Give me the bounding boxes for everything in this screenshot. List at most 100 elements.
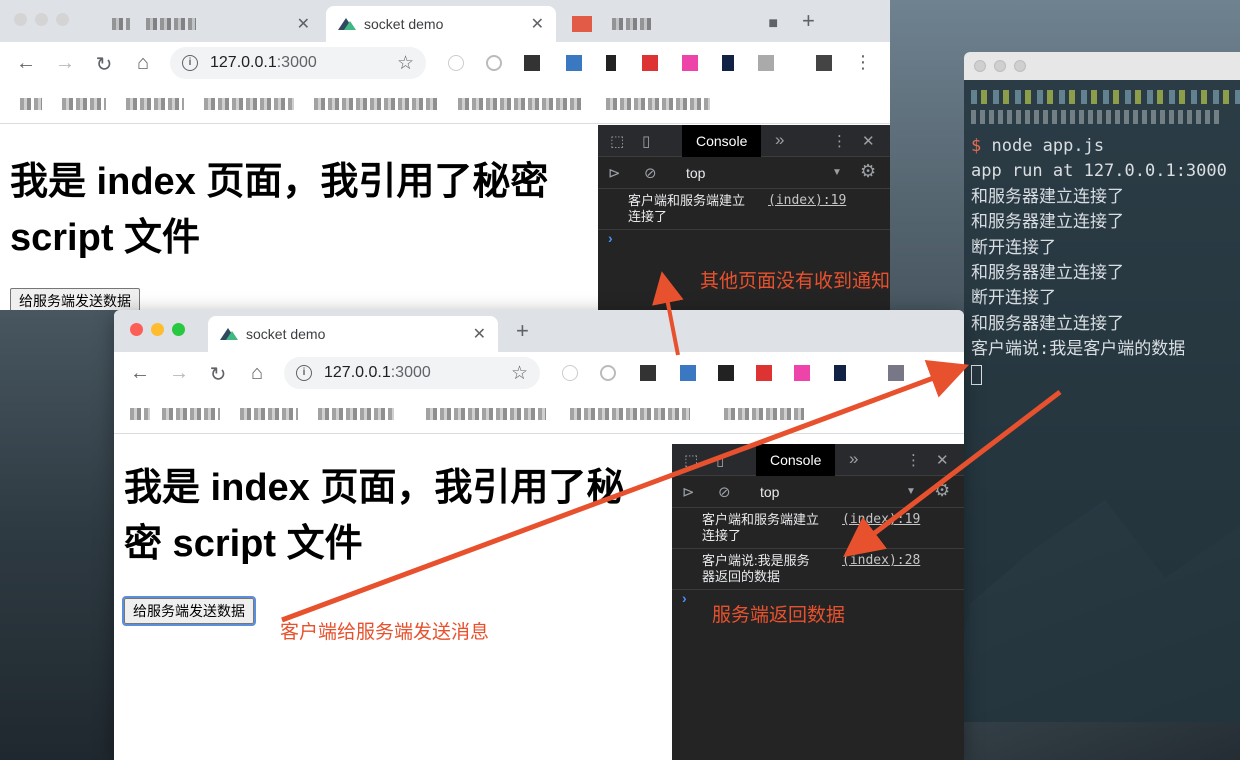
devtools-menu-icon[interactable]: ⋮ [906, 451, 921, 469]
extension-icon[interactable] [722, 55, 734, 71]
send-to-server-button[interactable]: 给服务端发送数据 [122, 596, 256, 626]
redacted-bookmark[interactable] [204, 98, 294, 110]
extension-icon[interactable] [794, 365, 810, 381]
reload-icon[interactable]: ↻ [207, 362, 229, 387]
console-prompt-caret[interactable]: › [598, 230, 890, 246]
message-source-link[interactable]: (index):28 [842, 553, 920, 569]
extension-icon[interactable] [606, 55, 616, 71]
context-selector[interactable]: top [760, 484, 779, 500]
message-source-link[interactable]: (index):19 [842, 512, 920, 528]
forward-arrow-icon[interactable]: → [54, 52, 76, 75]
more-tabs-icon[interactable]: » [849, 449, 858, 469]
minimize-window-button[interactable] [151, 323, 164, 336]
context-dropdown-icon[interactable]: ▼ [906, 486, 916, 497]
extension-icon[interactable] [682, 55, 698, 71]
address-bar[interactable]: i 127.0.0.1:3000 ☆ [284, 357, 540, 389]
extension-icon[interactable] [642, 55, 658, 71]
inspect-element-icon[interactable]: ⬚ [610, 132, 624, 150]
redacted-bookmark[interactable] [162, 408, 220, 420]
devtools-menu-icon[interactable]: ⋮ [832, 132, 847, 150]
device-toolbar-icon[interactable]: ▯ [716, 451, 724, 469]
inspect-element-icon[interactable]: ⬚ [684, 451, 698, 469]
context-dropdown-icon[interactable]: ▼ [832, 167, 842, 178]
terminal-close-button[interactable] [974, 60, 986, 72]
console-settings-icon[interactable]: ⚙ [860, 161, 876, 182]
sidebar-toggle-icon[interactable]: ⊳ [682, 483, 695, 501]
send-to-server-button[interactable]: 给服务端发送数据 [10, 288, 140, 310]
zoom-window-button[interactable] [56, 13, 69, 26]
redacted-bookmark[interactable] [130, 408, 150, 420]
redacted-bookmark[interactable] [426, 408, 546, 420]
tab-socket-demo[interactable]: socket demo ✕ [208, 316, 498, 352]
more-tabs-icon[interactable]: » [775, 130, 784, 150]
browser-window-front[interactable]: socket demo ✕ + ← → ↻ ⌂ i 127.0.0.1:3000… [114, 310, 964, 760]
back-arrow-icon[interactable]: ← [129, 362, 151, 385]
redacted-bookmark[interactable] [240, 408, 298, 420]
message-source-link[interactable]: (index):19 [768, 193, 846, 209]
home-icon[interactable]: ⌂ [246, 362, 268, 385]
redacted-bookmark[interactable] [458, 98, 584, 110]
extension-icon[interactable] [566, 55, 582, 71]
redacted-bookmark[interactable] [20, 98, 42, 110]
clear-console-icon[interactable]: ⊘ [644, 164, 657, 182]
extension-icon[interactable] [758, 55, 774, 71]
new-tab-button[interactable]: + [802, 8, 815, 34]
tab-console[interactable]: Console [756, 444, 836, 476]
close-devtools-icon[interactable]: ✕ [936, 451, 949, 469]
redacted-bookmark[interactable] [318, 408, 394, 420]
close-tab-icon[interactable]: ✕ [297, 14, 310, 34]
extension-icon[interactable] [562, 365, 578, 381]
terminal-zoom-button[interactable] [1014, 60, 1026, 72]
redacted-bookmark[interactable] [126, 98, 184, 110]
device-toolbar-icon[interactable]: ▯ [642, 132, 650, 150]
close-tab-icon[interactable]: ■ [768, 15, 778, 33]
zoom-window-button[interactable] [172, 323, 185, 336]
extension-icon[interactable] [486, 55, 502, 71]
site-info-icon[interactable]: i [182, 55, 198, 71]
new-tab-button[interactable]: + [516, 318, 529, 344]
terminal-minimize-button[interactable] [994, 60, 1006, 72]
close-window-button[interactable] [14, 13, 27, 26]
tab-redacted[interactable]: ✕ [100, 6, 322, 42]
terminal-titlebar[interactable] [964, 52, 1240, 80]
extension-icon[interactable] [834, 365, 846, 381]
profile-avatar[interactable] [816, 55, 832, 71]
extension-icon[interactable] [600, 365, 616, 381]
home-icon[interactable]: ⌂ [132, 52, 154, 75]
extension-icon[interactable] [448, 55, 464, 71]
extension-icon[interactable] [756, 365, 772, 381]
extension-icon[interactable] [680, 365, 696, 381]
minimize-window-button[interactable] [35, 13, 48, 26]
close-devtools-icon[interactable]: ✕ [862, 132, 875, 150]
redacted-bookmark[interactable] [570, 408, 690, 420]
bookmark-star-icon[interactable]: ☆ [511, 362, 528, 385]
redacted-bookmark[interactable] [724, 408, 804, 420]
tab-console[interactable]: Console [682, 125, 762, 157]
sidebar-toggle-icon[interactable]: ⊳ [608, 164, 621, 182]
reload-icon[interactable]: ↻ [93, 52, 115, 77]
extension-icon[interactable] [718, 365, 734, 381]
address-bar[interactable]: i 127.0.0.1:3000 ☆ [170, 47, 426, 79]
browser-window-back[interactable]: ✕ socket demo ✕ ■ + ← → ↻ ⌂ i 127.0.0.1:… [0, 0, 890, 310]
close-tab-icon[interactable]: ✕ [473, 324, 486, 344]
terminal-window[interactable]: $ node app.js app run at 127.0.0.1:3000 … [964, 52, 1240, 722]
redacted-bookmark[interactable] [62, 98, 106, 110]
terminal-output[interactable]: $ node app.js app run at 127.0.0.1:3000 … [964, 80, 1240, 392]
redacted-bookmark[interactable] [606, 98, 710, 110]
menu-kebab-icon[interactable]: ⋮ [852, 52, 874, 73]
profile-avatar[interactable] [888, 365, 904, 381]
console-settings-icon[interactable]: ⚙ [934, 480, 950, 501]
back-arrow-icon[interactable]: ← [15, 52, 37, 75]
tab-socket-demo[interactable]: socket demo ✕ [326, 6, 556, 42]
close-window-button[interactable] [130, 323, 143, 336]
extension-icon[interactable] [640, 365, 656, 381]
forward-arrow-icon[interactable]: → [168, 362, 190, 385]
site-info-icon[interactable]: i [296, 365, 312, 381]
close-tab-icon[interactable]: ✕ [531, 14, 544, 34]
tab-redacted[interactable]: ■ [560, 6, 790, 42]
clear-console-icon[interactable]: ⊘ [718, 483, 731, 501]
extension-icon[interactable] [524, 55, 540, 71]
redacted-bookmark[interactable] [314, 98, 438, 110]
bookmark-star-icon[interactable]: ☆ [397, 52, 414, 75]
context-selector[interactable]: top [686, 165, 705, 181]
